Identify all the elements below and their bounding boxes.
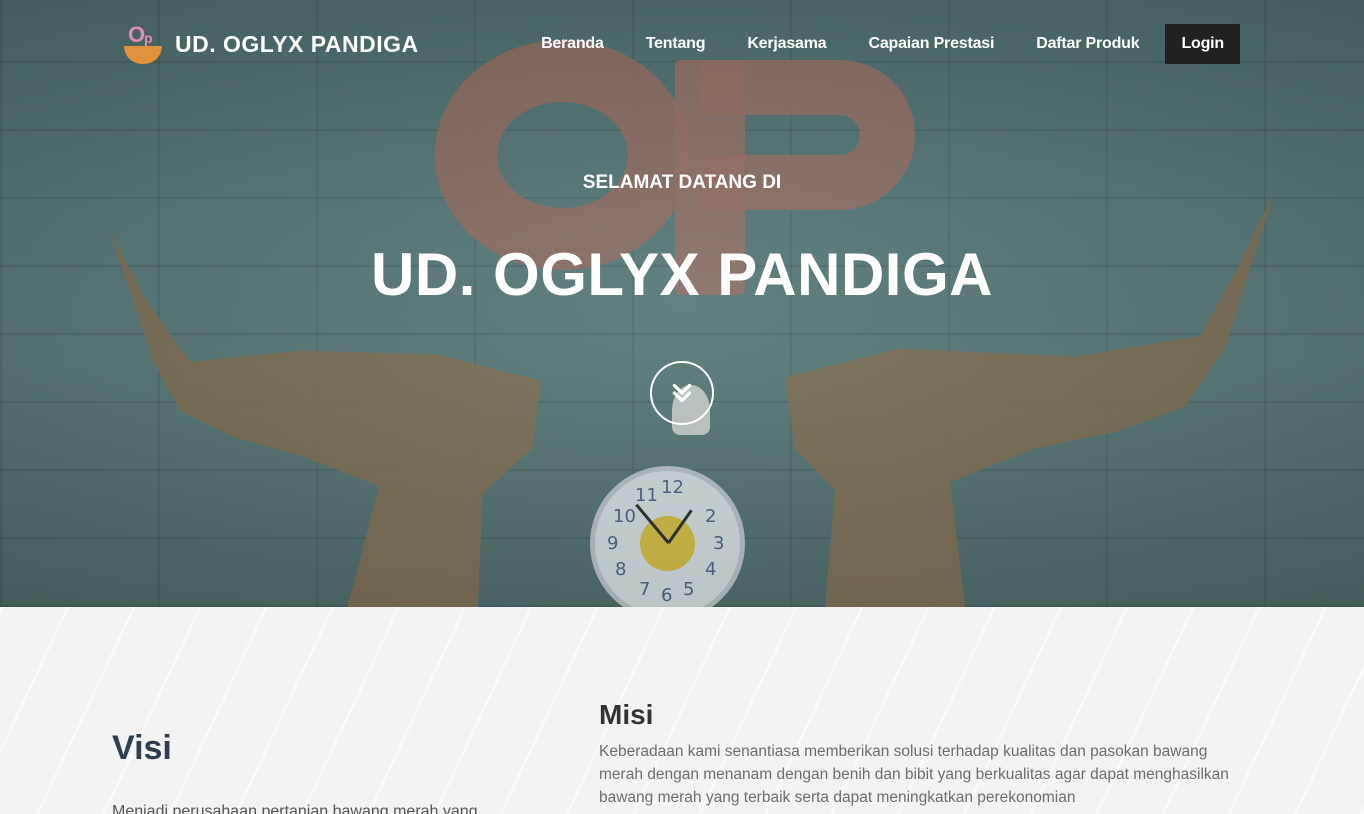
nav-item-capaian-prestasi[interactable]: Capaian Prestasi	[868, 35, 994, 53]
brand-logo: O p	[122, 22, 164, 66]
login-button[interactable]: Login	[1165, 24, 1240, 64]
misi-text: Keberadaan kami senantiasa memberikan so…	[599, 743, 1229, 806]
misi-heading: Misi	[599, 699, 654, 730]
hero-title: UD. OGLYX PANDIGA	[371, 241, 993, 308]
visi-text: Menjadi perusahaan pertanian bawang mera…	[112, 803, 478, 814]
hero-section: 12 2 3 4 5 6 7 8 9 10 11 SELAMAT DATANG …	[0, 0, 1364, 607]
logo-letter-p: p	[144, 30, 153, 46]
chevron-double-down-icon	[672, 383, 692, 403]
logo-hands-shape	[124, 46, 162, 64]
nav-item-beranda[interactable]: Beranda	[541, 35, 604, 53]
brand-name: UD. OGLYX PANDIGA	[175, 30, 419, 57]
visi-heading: Visi	[112, 729, 172, 767]
scroll-down-button[interactable]	[650, 361, 714, 425]
brand-link[interactable]: O p UD. OGLYX PANDIGA	[122, 22, 419, 66]
top-navbar: O p UD. OGLYX PANDIGA Beranda Tentang Ke…	[0, 0, 1364, 86]
nav-item-kerjasama[interactable]: Kerjasama	[747, 35, 826, 53]
nav-item-tentang[interactable]: Tentang	[646, 35, 706, 53]
nav-item-daftar-produk[interactable]: Daftar Produk	[1036, 35, 1139, 53]
logo-letter-o: O	[128, 22, 146, 47]
hero-subtitle: SELAMAT DATANG DI	[582, 172, 782, 193]
main-nav: Beranda Tentang Kerjasama Capaian Presta…	[541, 24, 1240, 64]
visi-misi-section: Visi Menjadi perusahaan pertanian bawang…	[0, 607, 1364, 814]
